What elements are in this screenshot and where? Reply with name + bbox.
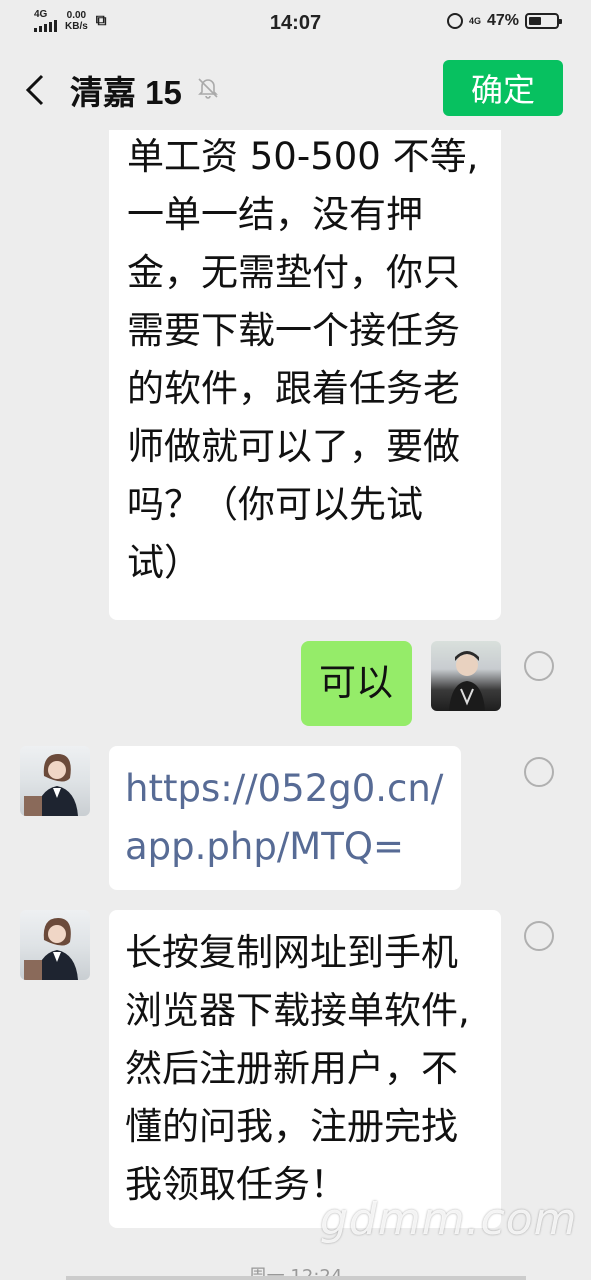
person-photo-icon — [24, 918, 78, 980]
confirm-button[interactable]: 确定 — [443, 60, 563, 116]
battery-fill — [529, 17, 542, 25]
message-line: 一单一结，没有押 — [127, 193, 423, 236]
select-radio[interactable] — [524, 921, 554, 951]
message-bubble-received[interactable]: 单工资 50-500 不等, 一单一结，没有押 金，无需垫付，你只 需要下载一个… — [109, 130, 501, 620]
message-line: 然后注册新用户，不 — [125, 1047, 458, 1090]
message-line: 浏览器下载接单软件, — [125, 989, 470, 1032]
message-line: 长按复制网址到手机 — [125, 931, 458, 974]
person-photo-icon — [449, 651, 485, 711]
message-bubble-received[interactable]: 长按复制网址到手机 浏览器下载接单软件, 然后注册新用户，不 懂的问我，注册完找… — [109, 910, 501, 1228]
select-radio[interactable] — [524, 651, 554, 681]
status-bar: 4G 0.00 KB/s ⧉ 14:07 4G 47% — [0, 0, 591, 46]
back-chevron-icon[interactable] — [22, 72, 50, 108]
bottom-divider — [66, 1276, 526, 1280]
battery-percent: 47% — [486, 12, 519, 29]
message-line: 试） — [127, 541, 201, 584]
watermark: gdmm.com — [320, 1194, 578, 1245]
message-line: 懂的问我，注册完找 — [125, 1105, 458, 1148]
chat-header: 清嘉 15 确定 — [0, 46, 591, 130]
avatar-contact[interactable] — [20, 746, 90, 816]
status-right: 4G 47% — [446, 12, 562, 30]
battery-icon — [525, 13, 562, 29]
message-line: 师做就可以了，要做 — [127, 425, 460, 468]
message-line: 需要下载一个接任务 — [127, 309, 460, 352]
person-photo-icon — [24, 754, 78, 816]
select-radio[interactable] — [524, 757, 554, 787]
message-link[interactable]: https://052g0.cn/ — [125, 760, 461, 818]
message-link[interactable]: app.php/MTQ= — [125, 818, 461, 876]
chat-message-list[interactable]: 单工资 50-500 不等, 一单一结，没有押 金，无需垫付，你只 需要下载一个… — [0, 130, 591, 1280]
avatar-self[interactable] — [431, 641, 501, 711]
message-line: 吗？（你可以先试 — [127, 483, 423, 526]
message-bubble-sent[interactable]: 可以 — [301, 641, 412, 726]
alarm-icon — [446, 13, 463, 29]
mute-bell-icon — [198, 78, 218, 99]
avatar-contact[interactable] — [20, 910, 90, 980]
network-type-right: 4G — [468, 15, 481, 26]
message-line: 单工资 50-500 不等, — [127, 135, 479, 178]
chat-title: 清嘉 15 — [70, 74, 182, 111]
message-line: 金，无需垫付，你只 — [127, 251, 460, 294]
message-bubble-received[interactable]: https://052g0.cn/ app.php/MTQ= — [109, 746, 461, 890]
message-text: 可以 — [319, 661, 393, 704]
message-line: 的软件，跟着任务老 — [127, 367, 460, 410]
